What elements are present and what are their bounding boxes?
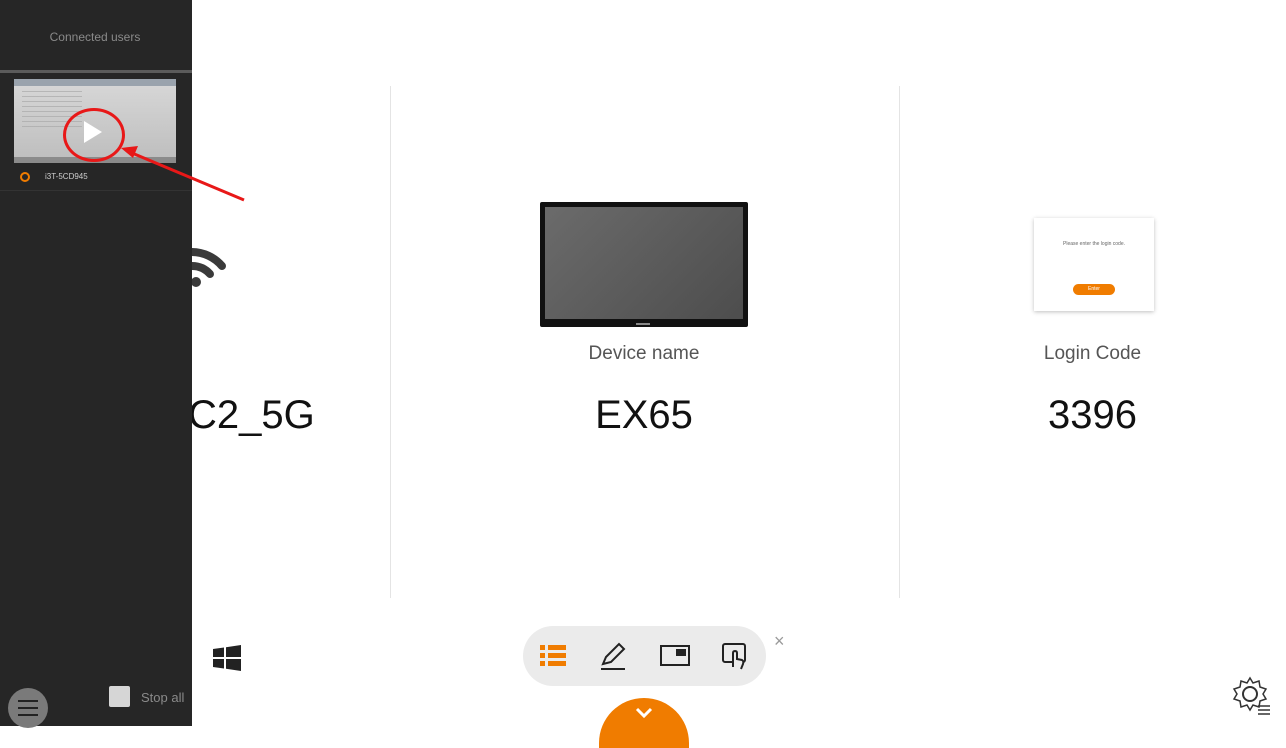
floating-toolbar [523, 626, 766, 686]
login-card-button: Enter [1073, 284, 1115, 295]
login-card-text: Please enter the login code. [1063, 241, 1125, 247]
display-device-image [540, 202, 748, 327]
stop-all-checkbox[interactable] [109, 686, 130, 707]
window-icon[interactable] [659, 640, 691, 672]
pen-icon[interactable] [597, 640, 629, 672]
touch-icon[interactable] [719, 640, 751, 672]
chevron-down-icon [635, 707, 653, 719]
device-name-value: EX65 [595, 393, 693, 437]
menu-button[interactable] [8, 688, 48, 728]
annotation-arrow [121, 146, 245, 202]
login-code-label: Login Code [1043, 343, 1142, 364]
device-name-label: Device name [588, 343, 700, 364]
stop-all-label[interactable]: Stop all [141, 690, 184, 705]
login-card-preview: Please enter the login code. Enter [1034, 218, 1154, 311]
list-icon[interactable] [537, 640, 569, 672]
device-column: Device name EX65 [390, 0, 898, 726]
windows-icon[interactable] [213, 645, 241, 671]
settings-gear-icon[interactable] [1232, 676, 1272, 716]
login-column: Please enter the login code. Enter Login… [899, 0, 1286, 726]
login-code-value: 3396 [1048, 393, 1137, 437]
toolbar-close-button[interactable]: × [774, 631, 785, 652]
